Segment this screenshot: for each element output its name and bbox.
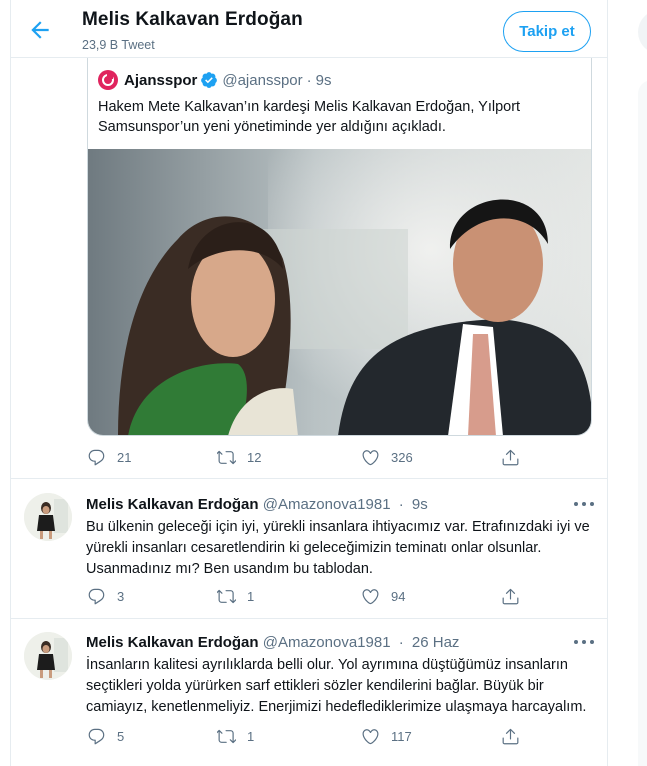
like-button[interactable]: 326 — [361, 448, 413, 467]
retweet-button[interactable]: 1 — [217, 587, 254, 606]
avatar[interactable] — [24, 493, 72, 541]
retweet-icon — [217, 589, 236, 604]
reply-button[interactable]: 21 — [87, 448, 131, 467]
share-button[interactable] — [501, 587, 520, 606]
share-icon — [502, 728, 519, 745]
tweet-text: İnsanların kalitesi ayrılıklarda belli o… — [86, 657, 587, 715]
separator-dot: · — [398, 634, 404, 651]
quoted-author-name[interactable]: Ajansspor — [124, 72, 197, 89]
reply-count: 5 — [117, 729, 125, 744]
arrow-left-icon[interactable] — [27, 17, 53, 43]
follow-button[interactable]: Takip et — [503, 11, 591, 52]
tweet[interactable]: Melis Kalkavan Erdoğan @Amazonova1981 · … — [11, 478, 607, 616]
avatar[interactable] — [24, 632, 72, 680]
like-button[interactable]: 117 — [361, 727, 412, 746]
reply-count: 21 — [117, 450, 132, 465]
like-count: 94 — [391, 589, 406, 604]
retweet-icon — [217, 729, 236, 744]
trends-panel — [638, 80, 647, 766]
retweet-button[interactable]: 1 — [217, 727, 254, 746]
retweet-count: 12 — [247, 450, 262, 465]
separator-dot: · — [398, 496, 404, 513]
reply-button[interactable]: 3 — [87, 587, 124, 606]
retweet-icon — [217, 450, 236, 465]
author-handle[interactable]: @Amazonova1981 — [263, 634, 391, 651]
profile-header: Melis Kalkavan Erdoğan 23,9 B Tweet Taki… — [11, 0, 607, 58]
more-options-icon[interactable] — [573, 501, 595, 507]
reply-icon — [88, 588, 105, 605]
more-options-icon[interactable] — [573, 639, 595, 645]
like-count: 326 — [391, 450, 413, 465]
quoted-timestamp[interactable]: 9s — [316, 72, 332, 89]
quoted-author-handle[interactable]: @ajansspor — [222, 72, 302, 89]
profile-name: Melis Kalkavan Erdoğan — [82, 9, 303, 30]
retweet-count: 1 — [247, 729, 255, 744]
reply-count: 3 — [117, 589, 125, 604]
like-button[interactable]: 94 — [361, 587, 405, 606]
reply-icon — [88, 449, 105, 466]
separator-dot: · — [306, 71, 312, 89]
timestamp[interactable]: 26 Haz — [412, 634, 460, 651]
tweet-actions: 5 1 117 — [87, 727, 592, 747]
share-button[interactable] — [501, 727, 520, 746]
share-icon — [502, 449, 519, 466]
heart-icon — [362, 589, 379, 605]
quoted-tweet-text: Hakem Mete Kalkavan’ın kardeşi Melis Kal… — [98, 99, 521, 135]
tweet[interactable]: Melis Kalkavan Erdoğan @Amazonova1981 · … — [11, 618, 607, 766]
search-box[interactable] — [638, 10, 647, 54]
tweet-count: 23,9 B Tweet — [82, 38, 155, 52]
timestamp[interactable]: 9s — [412, 496, 428, 513]
heart-icon — [362, 450, 379, 466]
like-count: 117 — [391, 729, 412, 744]
author-name[interactable]: Melis Kalkavan Erdoğan — [86, 634, 259, 651]
verified-badge-icon — [201, 72, 218, 88]
reply-icon — [88, 728, 105, 745]
reply-button[interactable]: 5 — [87, 727, 124, 746]
tweet-actions: 3 1 94 — [87, 587, 592, 607]
heart-icon — [362, 729, 379, 745]
tweet-header: Melis Kalkavan Erdoğan @Amazonova1981 · … — [86, 496, 428, 513]
retweet-count: 1 — [247, 589, 255, 604]
tweet-text: Bu ülkenin geleceği için iyi, yürekli in… — [86, 519, 590, 577]
quoted-tweet-header: Ajansspor @ajansspor · 9s — [98, 70, 331, 90]
share-button[interactable] — [501, 448, 520, 467]
right-sidebar — [608, 0, 647, 766]
retweet-button[interactable]: 12 — [217, 448, 261, 467]
quoted-tweet-card[interactable]: Ajansspor @ajansspor · 9s Hakem Mete Kal… — [87, 58, 592, 436]
ajansspor-logo-icon[interactable] — [98, 70, 118, 90]
quoted-tweet-actions: 21 12 326 — [87, 448, 592, 468]
author-name[interactable]: Melis Kalkavan Erdoğan — [86, 496, 259, 513]
quoted-tweet-photo[interactable] — [88, 149, 591, 435]
author-handle[interactable]: @Amazonova1981 — [263, 496, 391, 513]
timeline-column: Melis Kalkavan Erdoğan 23,9 B Tweet Taki… — [10, 0, 608, 766]
share-icon — [502, 588, 519, 605]
tweet-header: Melis Kalkavan Erdoğan @Amazonova1981 · … — [86, 634, 459, 651]
